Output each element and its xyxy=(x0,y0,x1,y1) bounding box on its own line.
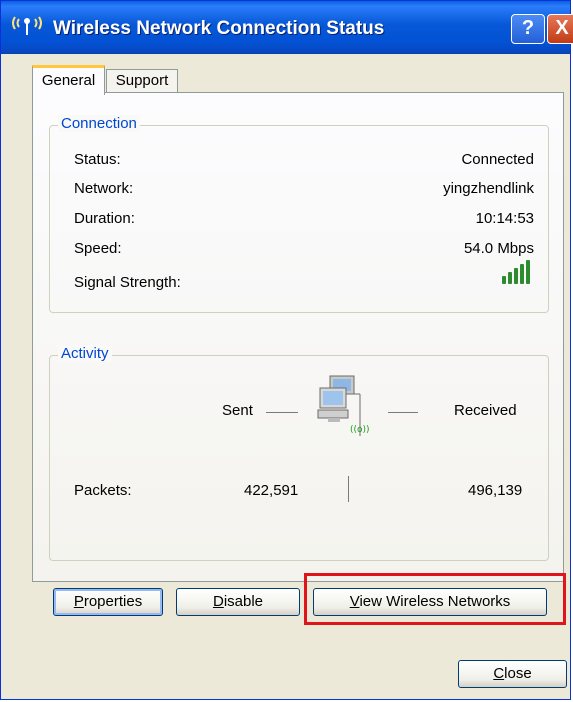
close-window-button[interactable]: X xyxy=(547,14,573,44)
signal-strength-icon xyxy=(502,260,530,284)
general-tab-panel: Connection Status: Connected Network: yi… xyxy=(32,92,564,582)
received-connector xyxy=(388,412,418,413)
close-label-rest: lose xyxy=(504,665,532,682)
window-title: Wireless Network Connection Status xyxy=(53,18,385,39)
network-value: yingzhendlink xyxy=(443,180,534,197)
packets-received-value: 496,139 xyxy=(468,482,523,499)
status-label: Status: xyxy=(74,151,121,168)
speed-label: Speed: xyxy=(74,240,122,257)
title-bar[interactable]: Wireless Network Connection Status ? X xyxy=(1,1,573,54)
signal-bar xyxy=(526,260,530,284)
wireless-signal-icon xyxy=(12,16,42,35)
sent-connector xyxy=(266,412,298,413)
tab-strip: General Support xyxy=(1,53,570,95)
network-computers-icon: ((o)) xyxy=(317,375,370,436)
disable-label-rest: isable xyxy=(223,593,264,610)
connection-legend: Connection xyxy=(58,115,140,132)
properties-label-rest: roperties xyxy=(83,593,143,610)
network-label: Network: xyxy=(74,180,134,197)
duration-label: Duration: xyxy=(74,210,135,227)
properties-button[interactable]: Properties xyxy=(53,588,163,616)
disable-button[interactable]: Disable xyxy=(176,588,300,616)
duration-value: 10:14:53 xyxy=(475,210,534,227)
packets-sent-value: 422,591 xyxy=(244,482,299,499)
status-dialog: Wireless Network Connection Status ? X G… xyxy=(0,0,573,700)
tab-support[interactable]: Support xyxy=(106,69,178,93)
tab-general[interactable]: General xyxy=(32,65,105,95)
signal-bar xyxy=(502,276,506,284)
activity-group: Activity Sent ((o)) Received Packets: 42… xyxy=(49,345,549,561)
close-mnemonic: C xyxy=(493,665,505,682)
packets-label: Packets: xyxy=(74,482,132,499)
properties-mnemonic: P xyxy=(73,593,84,610)
received-label: Received xyxy=(454,402,517,419)
signal-bar xyxy=(520,264,524,284)
help-button[interactable]: ? xyxy=(511,14,545,44)
signal-bar xyxy=(514,268,518,284)
status-value: Connected xyxy=(461,151,534,168)
sent-label: Sent xyxy=(222,402,253,419)
signal-strength-label: Signal Strength: xyxy=(74,274,181,291)
connection-group: Connection Status: Connected Network: yi… xyxy=(49,115,549,313)
signal-bar xyxy=(508,272,512,284)
disable-mnemonic: D xyxy=(212,593,224,610)
packets-divider xyxy=(348,476,349,502)
activity-legend: Activity xyxy=(58,345,112,362)
svg-text:((o)): ((o)) xyxy=(350,425,370,435)
highlight-box xyxy=(304,573,566,625)
close-button[interactable]: Close xyxy=(458,660,567,688)
speed-value: 54.0 Mbps xyxy=(463,240,534,257)
